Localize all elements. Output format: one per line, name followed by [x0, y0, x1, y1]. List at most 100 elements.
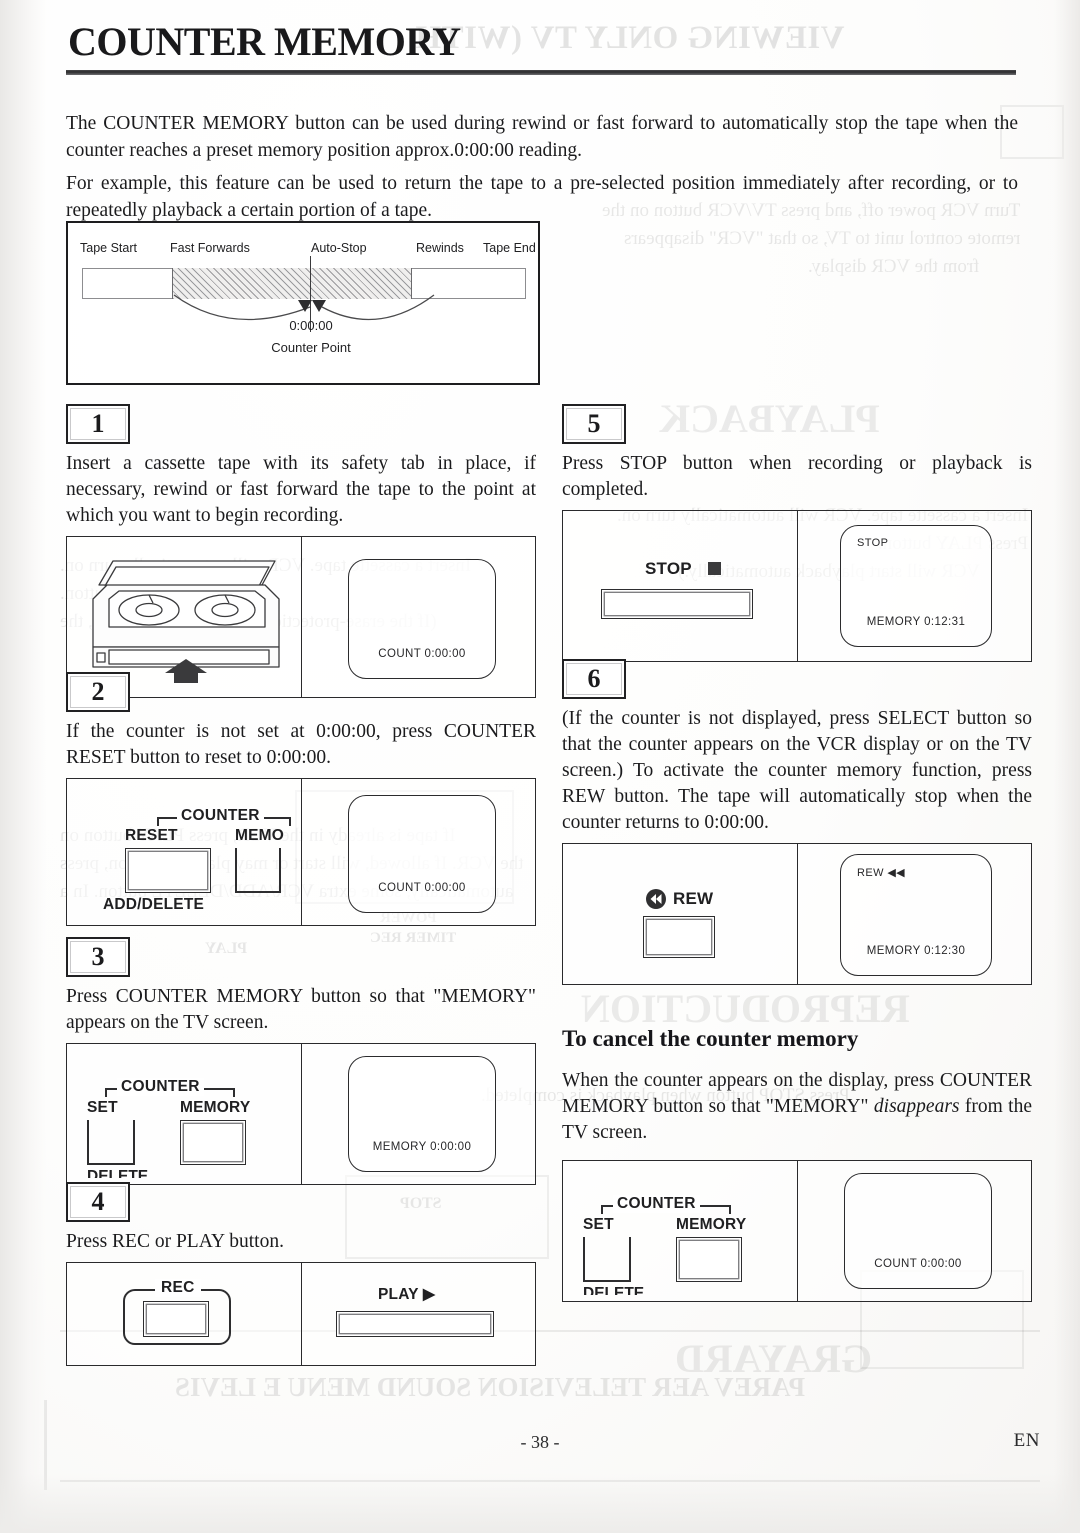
- counter-point-label: Counter Point: [271, 340, 351, 355]
- label-fast-forwards: Fast Forwards: [170, 241, 250, 255]
- tv-osd-counter-5: MEMORY 0:12:31: [866, 616, 966, 628]
- tv-screen-3: MEMORY 0:00:00: [348, 1056, 496, 1172]
- cancel-section-text: When the counter appears on the display,…: [562, 1068, 1032, 1146]
- cancel-counter-memory-section: To cancel the counter memory When the co…: [562, 1026, 1032, 1302]
- intro-paragraph-2: For example, this feature can be used to…: [66, 173, 1018, 221]
- counter-group-label-2: COUNTER: [177, 807, 264, 825]
- cassette-illustration: [92, 560, 280, 683]
- step-number-1: 1: [66, 404, 130, 444]
- figure-cell-tv-3: MEMORY 0:00:00: [301, 1044, 535, 1184]
- play-control: PLAY ▶: [302, 1263, 536, 1367]
- counter-group-label-cancel: COUNTER: [613, 1195, 700, 1213]
- tv-screen-6: REW ◀◀ MEMORY 0:12:30: [840, 854, 992, 976]
- tape-diagram-labels: Tape Start Fast Forwards Auto-Stop Rewin…: [68, 241, 538, 259]
- language-code: EN: [1013, 1430, 1040, 1451]
- step-number-5: 5: [562, 404, 626, 444]
- intro-paragraph-1: The COUNTER MEMORY button can be used du…: [66, 113, 1018, 161]
- figure-cell-tv-5: STOP MEMORY 0:12:31: [797, 511, 1031, 661]
- counter-reset-button[interactable]: [125, 848, 211, 893]
- step-6: 6 (If the counter is not displayed, pres…: [562, 659, 1032, 985]
- stop-button-label: STOP: [645, 559, 692, 578]
- step-3-figure: COUNTER SET DELETE MEMORY MEMORY 0:00:00: [66, 1043, 536, 1185]
- figure-cell-rew: REW: [563, 844, 797, 984]
- tv-osd-counter-cancel: COUNT 0:00:00: [874, 1258, 962, 1270]
- vcr-counter-controls-2: COUNTER RESET ADD/DELETE MEMO: [67, 779, 301, 927]
- counter-memory-button-2[interactable]: [235, 848, 281, 893]
- figure-cell-tv-6: REW ◀◀ MEMORY 0:12:30: [797, 844, 1031, 984]
- cancel-section-figure: COUNTER SET DELETE MEMORY COUNT 0:00:00: [562, 1160, 1032, 1302]
- stop-control: STOP: [563, 511, 797, 663]
- step-number-3: 3: [66, 937, 130, 977]
- tv-screen-5: STOP MEMORY 0:12:31: [840, 525, 992, 647]
- figure-cell-tv-2: COUNT 0:00:00: [301, 779, 535, 925]
- counter-memory-button-label-3: MEMORY: [180, 1099, 251, 1116]
- step-2: 2 If the counter is not set at 0:00:00, …: [66, 672, 536, 926]
- figure-cell-stop: STOP: [563, 511, 797, 661]
- reset-button-label: RESET: [125, 827, 178, 844]
- cancel-text-italic: disappears: [873, 1096, 960, 1117]
- title-rule: [66, 70, 1016, 75]
- tv-screen-cancel: COUNT 0:00:00: [844, 1173, 992, 1289]
- tv-osd-counter-2: COUNT 0:00:00: [378, 882, 466, 894]
- step-3: 3 Press COUNTER MEMORY button so that "M…: [66, 937, 536, 1185]
- rewind-icon: [646, 889, 666, 909]
- counter-set-button-3[interactable]: [87, 1120, 135, 1165]
- play-button[interactable]: [336, 1311, 494, 1337]
- vcr-counter-controls-cancel: COUNTER SET DELETE MEMORY: [563, 1161, 797, 1303]
- counter-set-button-cancel[interactable]: [583, 1237, 631, 1282]
- counter-point-value: 0:00:00: [289, 318, 333, 333]
- figure-cell-controls-2: COUNTER RESET ADD/DELETE MEMO: [67, 779, 301, 925]
- figure-cell-play: PLAY ▶: [301, 1263, 535, 1365]
- counter-memory-button-3[interactable]: [180, 1120, 246, 1165]
- cancel-section-heading: To cancel the counter memory: [562, 1026, 859, 1051]
- tv-screen-2: COUNT 0:00:00: [348, 795, 496, 913]
- tv-osd-mode-6: REW ◀◀: [857, 867, 906, 879]
- rew-control: REW: [563, 844, 797, 986]
- page-title: COUNTER MEMORY: [68, 19, 461, 64]
- step-5-figure: STOP STOP MEMORY 0:12:31: [562, 510, 1032, 662]
- step-text-3: Press COUNTER MEMORY button so that "MEM…: [66, 986, 536, 1033]
- document-page: VIEWING ONLY TV (WITH Turn VCR power off…: [0, 0, 1080, 1533]
- step-text-6: (If the counter is not displayed, press …: [562, 708, 1032, 833]
- set-button-label-3: SET: [87, 1099, 118, 1116]
- rec-button[interactable]: [143, 1301, 209, 1337]
- vcr-counter-controls-3: COUNTER SET DELETE MEMORY: [67, 1044, 301, 1186]
- delete-label-3: DELETE: [87, 1168, 149, 1178]
- label-rewinds: Rewinds: [416, 241, 464, 255]
- step-6-figure: REW REW ◀◀ MEMORY 0:12:30: [562, 843, 1032, 985]
- step-number-4: 4: [66, 1182, 130, 1222]
- step-4-figure: REC PLAY ▶: [66, 1262, 536, 1366]
- step-1: 1 Insert a cassette tape with its safety…: [66, 404, 536, 698]
- stop-button[interactable]: [601, 589, 753, 619]
- step-5: 5 Press STOP button when recording or pl…: [562, 404, 1032, 662]
- counter-memory-button-label-2: MEMO: [235, 827, 285, 844]
- counter-memory-button-cancel[interactable]: [676, 1237, 742, 1282]
- figure-cell-tv-cancel: COUNT 0:00:00: [797, 1161, 1031, 1301]
- figure-cell-controls-3: COUNTER SET DELETE MEMORY: [67, 1044, 301, 1184]
- label-tape-start: Tape Start: [80, 241, 137, 255]
- tv-screen-1: COUNT 0:00:00: [348, 559, 496, 679]
- set-button-label-cancel: SET: [583, 1216, 614, 1233]
- add-delete-label: ADD/DELETE: [103, 896, 205, 913]
- figure-cell-controls-cancel: COUNTER SET DELETE MEMORY: [563, 1161, 797, 1301]
- tv-osd-counter-3: MEMORY 0:00:00: [372, 1141, 472, 1153]
- rec-control: REC: [67, 1263, 301, 1367]
- step-number-6: 6: [562, 659, 626, 699]
- label-tape-end: Tape End: [483, 241, 536, 255]
- rec-button-label: REC: [155, 1279, 201, 1297]
- step-number-2: 2: [66, 672, 130, 712]
- page-content: COUNTER MEMORY The COUNTER MEMORY button…: [0, 0, 1080, 1533]
- play-button-label: PLAY ▶: [378, 1286, 436, 1303]
- delete-label-cancel: DELETE: [583, 1285, 645, 1295]
- figure-cell-rec: REC: [67, 1263, 301, 1365]
- tv-osd-counter-6: MEMORY 0:12:30: [866, 945, 966, 957]
- step-text-1: Insert a cassette tape with its safety t…: [66, 453, 536, 526]
- step-4: 4 Press REC or PLAY button. REC PLAY ▶: [66, 1182, 536, 1366]
- tv-osd-counter-1: COUNT 0:00:00: [378, 648, 466, 660]
- rew-button[interactable]: [643, 916, 715, 958]
- tape-diagram: Tape Start Fast Forwards Auto-Stop Rewin…: [66, 221, 540, 385]
- auto-stop-arrows: [298, 300, 328, 314]
- step-text-5: Press STOP button when recording or play…: [562, 453, 1032, 500]
- step-2-figure: COUNTER RESET ADD/DELETE MEMO COUNT 0:00…: [66, 778, 536, 926]
- step-text-4: Press REC or PLAY button.: [66, 1231, 284, 1252]
